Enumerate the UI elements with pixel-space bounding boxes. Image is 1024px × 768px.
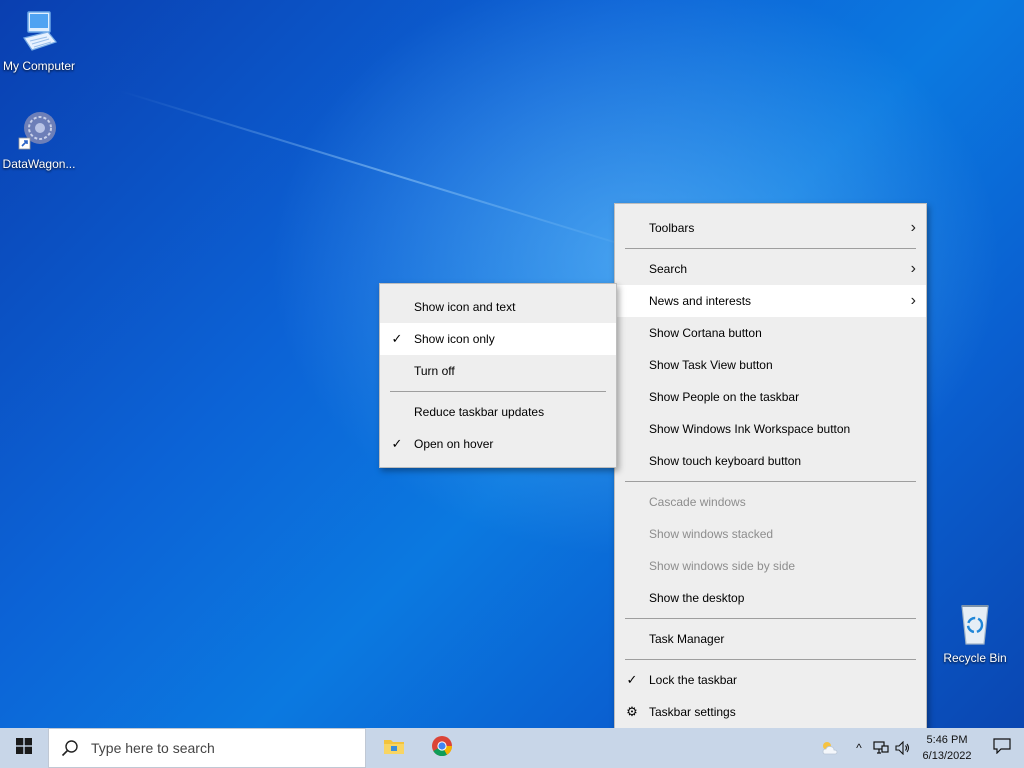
menu-item-label: Taskbar settings [649,705,736,719]
desktop-icon-datawagon[interactable]: DataWagon... [0,106,78,171]
file-explorer-icon [383,736,405,761]
system-tray: ^ 5:46 PM 6/13/2022 [812,728,1024,768]
computer-icon [0,8,78,57]
menu-item-label: Lock the taskbar [649,673,738,687]
desktop-icon-label: DataWagon... [2,157,76,171]
menu-item-taskbar-settings[interactable]: ⚙ Taskbar settings [615,696,926,728]
submenu-item-show-icon-only[interactable]: ✓ Show icon only [380,323,616,355]
menu-item-label: Show People on the taskbar [649,390,800,404]
checkmark-icon: ✓ [626,672,638,687]
windows-logo-icon [16,737,32,759]
notification-center-button[interactable] [980,728,1024,768]
clock-date: 6/13/2022 [922,750,972,762]
submenu-item-open-on-hover[interactable]: ✓ Open on hover [380,428,616,460]
menu-item-label: News and interests [649,294,752,308]
chevron-up-icon[interactable]: ^ [848,728,870,768]
start-button[interactable] [0,728,48,768]
submenu-item-show-icon-and-text[interactable]: Show icon and text [380,291,616,323]
menu-item-toolbars[interactable]: Toolbars › [615,212,926,244]
desktop-icon-my-computer[interactable]: My Computer [0,8,78,73]
desktop-icon-label: My Computer [2,59,76,73]
menu-separator [615,477,926,486]
menu-item-label: Reduce taskbar updates [414,405,545,419]
volume-icon[interactable] [892,728,914,768]
submenu-item-turn-off[interactable]: Turn off [380,355,616,387]
menu-item-show-people[interactable]: Show People on the taskbar [615,381,926,413]
menu-item-label: Cascade windows [649,495,746,509]
chrome-icon [431,735,453,762]
datawagon-app-icon [0,106,78,155]
menu-item-label: Show windows stacked [649,527,774,541]
menu-item-show-touch-keyboard[interactable]: Show touch keyboard button [615,445,926,477]
checkmark-icon: ✓ [391,331,403,346]
menu-item-label: Show icon only [414,332,495,346]
menu-item-windows-stacked: Show windows stacked [615,518,926,550]
taskbar-app-chrome[interactable] [418,728,466,768]
menu-item-label: Show Task View button [649,358,773,372]
network-icon[interactable] [870,728,892,768]
menu-item-cascade-windows: Cascade windows [615,486,926,518]
menu-item-label: Show Cortana button [649,326,762,340]
chevron-right-icon: › [910,260,916,277]
menu-separator [380,387,616,396]
menu-item-label: Search [649,262,688,276]
notification-icon [993,737,1011,759]
search-placeholder: Type here to search [91,740,215,756]
weather-partly-cloudy-icon[interactable] [812,728,848,768]
checkmark-icon: ✓ [391,436,403,451]
menu-item-show-desktop[interactable]: Show the desktop [615,582,926,614]
menu-item-show-task-view[interactable]: Show Task View button [615,349,926,381]
menu-item-lock-taskbar[interactable]: ✓ Lock the taskbar [615,664,926,696]
menu-item-show-ink-workspace[interactable]: Show Windows Ink Workspace button [615,413,926,445]
menu-item-label: Show windows side by side [649,559,796,573]
menu-item-windows-side-by-side: Show windows side by side [615,550,926,582]
menu-item-search[interactable]: Search › [615,253,926,285]
gear-icon: ⚙ [626,704,638,719]
recycle-bin-icon [936,600,1014,649]
search-icon [61,739,79,757]
desktop-icon-recycle-bin[interactable]: Recycle Bin [936,600,1014,665]
chevron-right-icon: › [910,219,916,236]
taskbar-search-box[interactable]: Type here to search [48,728,366,768]
menu-item-label: Toolbars [649,221,695,235]
desktop-icon-label: Recycle Bin [943,651,1007,665]
taskbar-app-file-explorer[interactable] [370,728,418,768]
taskbar: Type here to search ^ 5:46 PM 6/13/2022 [0,728,1024,768]
menu-item-label: Show icon and text [414,300,516,314]
menu-item-news-and-interests[interactable]: News and interests › [615,285,926,317]
menu-item-label: Show the desktop [649,591,745,605]
wallpaper-light-beam [119,90,656,256]
menu-item-task-manager[interactable]: Task Manager [615,623,926,655]
menu-separator [615,244,926,253]
submenu-item-reduce-updates[interactable]: Reduce taskbar updates [380,396,616,428]
menu-separator [615,655,926,664]
taskbar-context-menu: Toolbars › Search › News and interests ›… [614,203,927,736]
menu-item-label: Show touch keyboard button [649,454,802,468]
clock-time: 5:46 PM [926,734,968,746]
news-interests-submenu: Show icon and text ✓ Show icon only Turn… [379,283,617,468]
menu-item-label: Task Manager [649,632,725,646]
menu-item-show-cortana[interactable]: Show Cortana button [615,317,926,349]
chevron-right-icon: › [910,292,916,309]
menu-item-label: Open on hover [414,437,494,451]
menu-separator [615,614,926,623]
clock[interactable]: 5:46 PM 6/13/2022 [914,732,980,764]
menu-item-label: Turn off [414,364,455,378]
menu-item-label: Show Windows Ink Workspace button [649,422,851,436]
